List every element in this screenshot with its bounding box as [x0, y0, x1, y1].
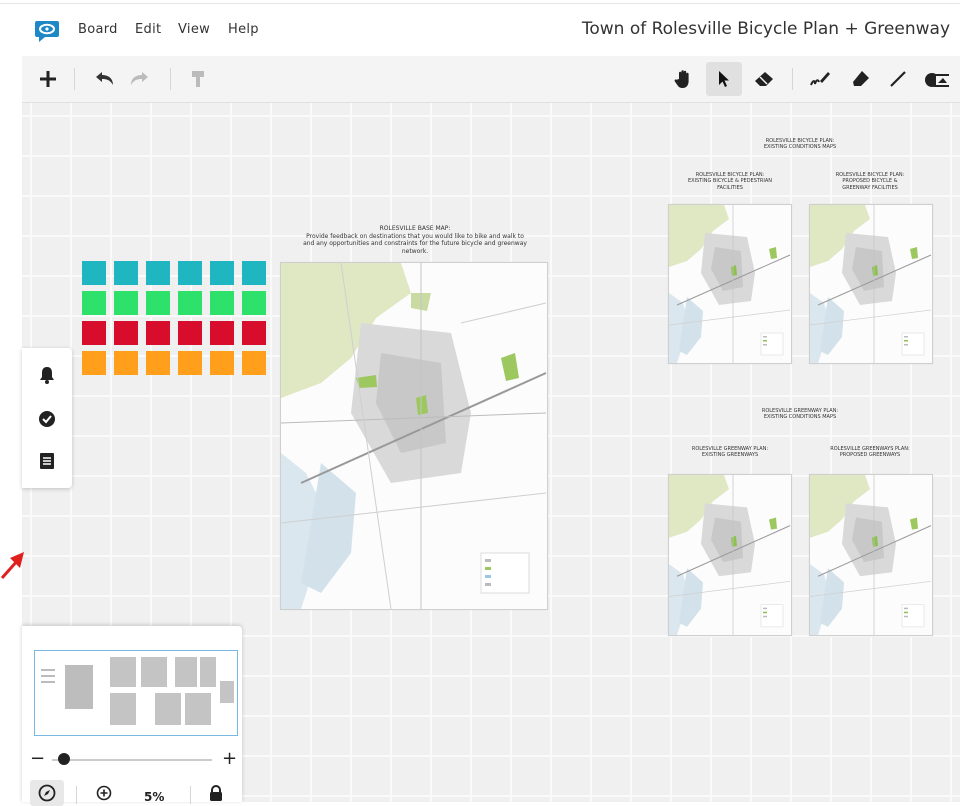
bicycle-existing-map-image[interactable]	[668, 204, 792, 364]
toolbar	[22, 56, 960, 103]
greenway-existing-caption: ROLESVILLE GREENWAY PLAN: EXISTING GREEN…	[691, 446, 769, 459]
zoom-slider-track[interactable]	[52, 759, 212, 761]
line-icon[interactable]	[880, 62, 916, 96]
greenway-section-heading: ROLESVILLE GREENWAY PLAN: EXISTING CONDI…	[761, 408, 839, 421]
toolbar-divider	[170, 68, 171, 90]
menu-view[interactable]: View	[178, 22, 210, 37]
pen-icon[interactable]	[802, 62, 838, 96]
sticky-note-swatch[interactable]	[82, 321, 106, 345]
sticky-note-swatch[interactable]	[146, 321, 170, 345]
sticky-note-swatch[interactable]	[242, 261, 266, 285]
lock-icon[interactable]	[206, 780, 226, 806]
app-logo-icon[interactable]	[34, 19, 60, 43]
board-title: Town of Rolesville Bicycle Plan + Greenw…	[581, 19, 950, 39]
sticky-note-swatch[interactable]	[178, 351, 202, 375]
undo-icon[interactable]	[86, 62, 122, 96]
redo-icon[interactable]	[122, 62, 158, 96]
annotation-arrow-icon	[0, 548, 30, 584]
sticky-note-swatch[interactable]	[114, 291, 138, 315]
eraser-icon[interactable]	[746, 62, 782, 96]
sticky-note-swatch[interactable]	[114, 321, 138, 345]
bell-icon[interactable]	[35, 363, 59, 387]
sticky-note-swatch[interactable]	[210, 321, 234, 345]
bicycle-section-heading: ROLESVILLE BICYCLE PLAN: EXISTING CONDIT…	[763, 138, 837, 151]
shape-icon[interactable]	[918, 62, 954, 96]
side-panel	[22, 348, 72, 488]
sticky-note-swatch[interactable]	[114, 351, 138, 375]
greenway-existing-map-image[interactable]	[668, 474, 792, 636]
sticky-note-swatch[interactable]	[242, 291, 266, 315]
sticky-note-swatch[interactable]	[178, 291, 202, 315]
toolbar-divider	[792, 68, 793, 90]
sticky-note-swatch[interactable]	[178, 261, 202, 285]
format-painter-icon[interactable]	[180, 62, 216, 96]
zoom-out-button[interactable]: −	[30, 748, 45, 769]
greenway-proposed-caption: ROLESVILLE GREENWAYS PLAN: PROPOSED GREE…	[830, 446, 910, 459]
navigator-divider	[76, 786, 77, 804]
sticky-note-swatch[interactable]	[210, 261, 234, 285]
hand-icon[interactable]	[666, 62, 702, 96]
menu-board[interactable]: Board	[78, 22, 118, 37]
add-icon[interactable]	[30, 62, 66, 96]
sticky-note-swatch[interactable]	[242, 351, 266, 375]
bicycle-proposed-map-image[interactable]	[809, 204, 933, 364]
sticky-note-swatch[interactable]	[146, 291, 170, 315]
sticky-note-swatch[interactable]	[210, 291, 234, 315]
highlighter-icon[interactable]	[842, 62, 878, 96]
sticky-note-swatch[interactable]	[146, 351, 170, 375]
sticky-note-swatch[interactable]	[242, 321, 266, 345]
check-circle-icon[interactable]	[35, 407, 59, 431]
navigator-panel: − + 5%	[22, 626, 242, 806]
bicycle-proposed-caption: ROLESVILLE BICYCLE PLAN: PROPOSED BICYCL…	[835, 172, 905, 191]
sticky-note-swatch[interactable]	[146, 261, 170, 285]
menu-edit[interactable]: Edit	[135, 22, 161, 37]
compass-icon[interactable]	[30, 780, 64, 806]
menu-help[interactable]: Help	[228, 22, 259, 37]
toolbar-divider	[74, 68, 75, 90]
bicycle-existing-caption: ROLESVILLE BICYCLE PLAN: EXISTING BICYCL…	[687, 172, 773, 191]
sticky-note-swatch[interactable]	[82, 261, 106, 285]
navigator-divider	[190, 786, 191, 804]
zoom-in-button[interactable]: +	[222, 748, 237, 769]
pointer-icon[interactable]	[706, 62, 742, 96]
sticky-note-swatch[interactable]	[82, 351, 106, 375]
zoom-slider-knob[interactable]	[58, 753, 70, 765]
zoom-in-icon[interactable]	[94, 780, 114, 806]
sticky-note-swatch[interactable]	[210, 351, 234, 375]
base-map-caption: ROLESVILLE BASE MAP: Provide feedback on…	[303, 225, 527, 255]
sticky-note-swatch[interactable]	[178, 321, 202, 345]
greenway-proposed-map-image[interactable]	[809, 474, 933, 636]
sticky-note-swatch[interactable]	[82, 291, 106, 315]
base-map-image[interactable]	[280, 262, 548, 610]
top-divider	[0, 3, 960, 4]
list-icon[interactable]	[35, 449, 59, 473]
menu-bar: Board Edit View Help Town of Rolesville …	[0, 0, 960, 56]
sticky-note-swatch[interactable]	[114, 261, 138, 285]
minimap-preview[interactable]	[34, 650, 238, 736]
